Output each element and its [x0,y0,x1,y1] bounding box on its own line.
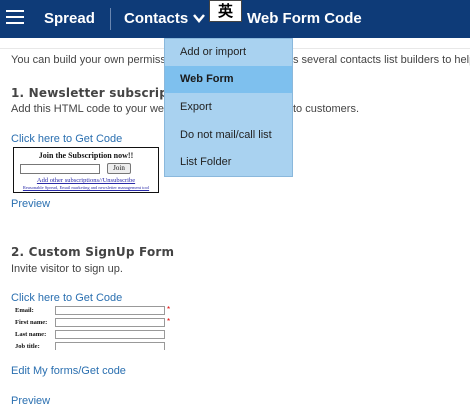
form-label: Last name: [15,331,47,338]
widget-join-button: Join [107,163,131,174]
required-marker: * [167,317,171,326]
form-input [55,330,165,339]
ime-language-indicator: 英 [209,0,242,22]
form-input [55,306,165,315]
form-row-email: Email: * [13,306,183,317]
preview-link-signup[interactable]: Preview [11,395,50,407]
section-newsletter-desc: Add this HTML code to your web [11,103,171,115]
form-label: First name: [15,319,48,326]
form-row-job-title: Job title: [13,342,183,350]
required-marker: * [167,306,171,314]
section-newsletter-title: 1. Newsletter subscripti [11,86,179,100]
preview-link-newsletter[interactable]: Preview [11,198,50,210]
widget-email-input [20,164,100,174]
intro-text: You can build your own permissi [11,54,169,66]
menu-item-web-form[interactable]: Web Form [165,66,292,93]
edit-my-forms-link[interactable]: Edit My forms/Get code [11,365,126,377]
widget-unsubscribe-link: Add other subscriptions//Unsubscribe [36,177,136,184]
menu-item-do-not-mail-call-list[interactable]: Do not mail/call list [165,122,292,149]
form-row-first-name: First name: * [13,317,183,329]
nav-contacts-menu[interactable]: Contacts [124,10,188,27]
section-signup-desc: Invite visitor to sign up. [11,263,123,275]
subscription-widget-preview: Join the Subscription now!! Join Add oth… [13,147,159,193]
form-input [55,342,165,350]
menu-item-add-or-import[interactable]: Add or import [165,39,292,66]
contacts-dropdown-menu: Add or import Web Form Export Do not mai… [164,38,293,177]
intro-text-continued: s several contacts list builders to help [293,54,470,66]
widget-title: Join the Subscription now!! [38,151,134,160]
menu-item-list-folder[interactable]: List Folder [165,149,292,176]
section-newsletter-desc-continued: to customers. [293,103,360,115]
get-code-link-newsletter[interactable]: Click here to Get Code [11,133,122,145]
form-input [55,318,165,327]
section-signup-title: 2. Custom SignUp Form [11,245,175,259]
form-label: Job title: [15,343,40,350]
menu-icon[interactable] [6,10,24,26]
form-label: Email: [15,307,34,314]
form-row-last-name: Last name: [13,330,183,341]
page-title: Web Form Code [247,10,362,27]
get-code-link-signup[interactable]: Click here to Get Code [11,292,122,304]
nav-separator [110,8,111,30]
signup-form-preview: Email: * First name: * Last name: Job ti… [13,306,183,350]
brand-logo-text[interactable]: Spread [44,10,95,27]
chevron-down-icon[interactable] [192,10,206,26]
widget-footer-link: Reasonable Spread, Email marketing and n… [22,185,150,190]
menu-item-export[interactable]: Export [165,94,292,121]
